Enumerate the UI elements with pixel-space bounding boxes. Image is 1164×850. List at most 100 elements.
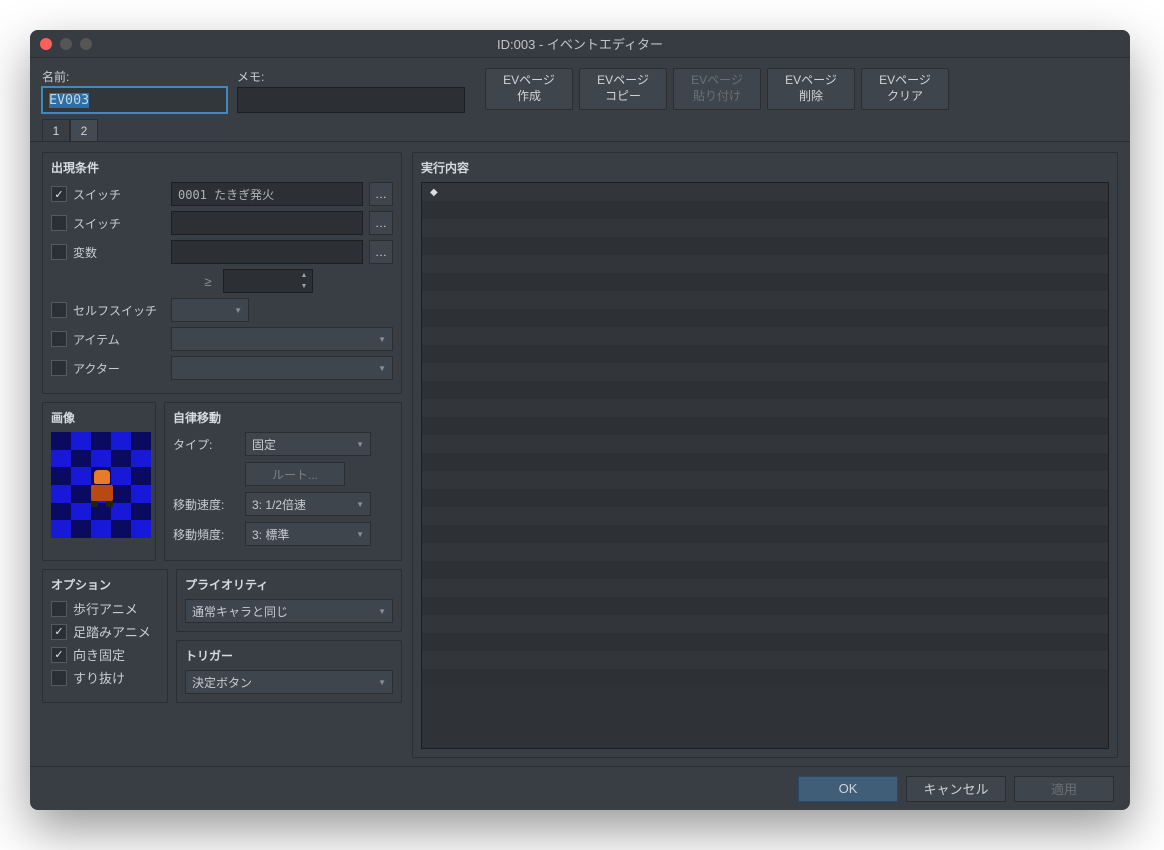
automove-title: 自律移動 [173,409,393,426]
priority-title: プライオリティ [185,576,393,593]
through-checkbox[interactable] [51,670,67,686]
variable-browse-button[interactable]: … [369,240,393,264]
priority-dropdown[interactable]: 通常キャラと同じ▼ [185,599,393,623]
exec-row[interactable] [422,363,1108,381]
exec-row[interactable] [422,489,1108,507]
exec-row[interactable] [422,435,1108,453]
automove-group: 自律移動 タイプ: 固定▼ ルート... 移動速度: 3: 1/2倍速▼ 移動頻… [164,402,402,561]
chevron-down-icon: ▼ [356,440,364,449]
item-checkbox[interactable] [51,331,67,347]
exec-row[interactable] [422,615,1108,633]
exec-row[interactable] [422,453,1108,471]
switch2-value [171,211,363,235]
variable-value [171,240,363,264]
spinner-up-icon[interactable]: ▲ [296,270,312,281]
type-dropdown[interactable]: 固定▼ [245,432,371,456]
switch2-checkbox[interactable] [51,215,67,231]
exec-row[interactable] [422,399,1108,417]
close-icon[interactable] [40,38,52,50]
variable-checkbox[interactable] [51,244,67,260]
freq-dropdown[interactable]: 3: 標準▼ [245,522,371,546]
exec-row[interactable] [422,417,1108,435]
page-delete-button[interactable]: EVページ 削除 [767,68,855,110]
maximize-icon[interactable] [80,38,92,50]
selfswitch-label: セルフスイッチ [73,302,165,319]
cancel-button[interactable]: キャンセル [906,776,1006,802]
options-group: オプション 歩行アニメ ✓足踏みアニメ ✓向き固定 すり抜け [42,569,168,703]
switch1-checkbox[interactable]: ✓ [51,186,67,202]
page-create-button[interactable]: EVページ 作成 [485,68,573,110]
memo-label: メモ: [237,68,465,85]
switch2-browse-button[interactable]: … [369,211,393,235]
trigger-title: トリガー [185,647,393,664]
ok-button[interactable]: OK [798,776,898,802]
exec-row[interactable] [422,273,1108,291]
speed-label: 移動速度: [173,496,239,513]
conditions-title: 出現条件 [51,159,393,176]
page-paste-button: EVページ 貼り付け [673,68,761,110]
step-anim-checkbox[interactable]: ✓ [51,624,67,640]
exec-row[interactable] [422,291,1108,309]
exec-row[interactable] [422,237,1108,255]
switch1-browse-button[interactable]: … [369,182,393,206]
exec-row[interactable] [422,669,1108,687]
chevron-down-icon: ▼ [378,678,386,687]
page-clear-button[interactable]: EVページ クリア [861,68,949,110]
exec-row[interactable] [422,201,1108,219]
route-button: ルート... [245,462,345,486]
exec-list[interactable]: ◆ [421,182,1109,749]
selfswitch-dropdown[interactable]: ▼ [171,298,249,322]
exec-row[interactable] [422,597,1108,615]
exec-row[interactable] [422,219,1108,237]
variable-number-spinner[interactable]: ▲▼ [223,269,313,293]
selfswitch-checkbox[interactable] [51,302,67,318]
exec-row[interactable]: ◆ [422,183,1108,201]
exec-row[interactable] [422,543,1108,561]
exec-row[interactable] [422,381,1108,399]
speed-dropdown[interactable]: 3: 1/2倍速▼ [245,492,371,516]
item-label: アイテム [73,331,165,348]
exec-row[interactable] [422,309,1108,327]
tab-2[interactable]: 2 [70,119,98,141]
type-label: タイプ: [173,436,239,453]
tab-1[interactable]: 1 [42,119,70,141]
actor-checkbox[interactable] [51,360,67,376]
page-copy-button[interactable]: EVページ コピー [579,68,667,110]
exec-row[interactable] [422,327,1108,345]
exec-row[interactable] [422,255,1108,273]
chevron-down-icon: ▼ [234,306,242,315]
exec-row[interactable] [422,507,1108,525]
exec-row[interactable] [422,579,1108,597]
chevron-down-icon: ▼ [356,530,364,539]
exec-row[interactable] [422,561,1108,579]
exec-row[interactable] [422,345,1108,363]
titlebar: ID:003 - イベントエディター [30,30,1130,58]
geq-label: ≥ [199,274,217,289]
actor-dropdown[interactable]: ▼ [171,356,393,380]
name-input[interactable] [42,87,227,113]
walk-anim-checkbox[interactable] [51,601,67,617]
variable-label: 変数 [73,244,165,261]
minimize-icon[interactable] [60,38,72,50]
through-label: すり抜け [73,668,125,687]
exec-title: 実行内容 [421,159,1109,176]
dir-fix-label: 向き固定 [73,645,125,664]
spinner-down-icon[interactable]: ▼ [296,281,312,292]
chevron-down-icon: ▼ [378,607,386,616]
dir-fix-checkbox[interactable]: ✓ [51,647,67,663]
chevron-down-icon: ▼ [378,335,386,344]
exec-row[interactable] [422,471,1108,489]
exec-row[interactable] [422,633,1108,651]
exec-row[interactable] [422,525,1108,543]
switch1-value[interactable]: 0001 たきぎ発火 [171,182,363,206]
options-title: オプション [51,576,159,593]
item-dropdown[interactable]: ▼ [171,327,393,351]
sprite-icon [87,470,117,508]
memo-input[interactable] [237,87,465,113]
switch1-label: スイッチ [73,186,165,203]
image-preview[interactable] [51,432,151,538]
exec-group: 実行内容 ◆ [412,152,1118,758]
trigger-dropdown[interactable]: 決定ボタン▼ [185,670,393,694]
trigger-group: トリガー 決定ボタン▼ [176,640,402,703]
exec-row[interactable] [422,651,1108,669]
